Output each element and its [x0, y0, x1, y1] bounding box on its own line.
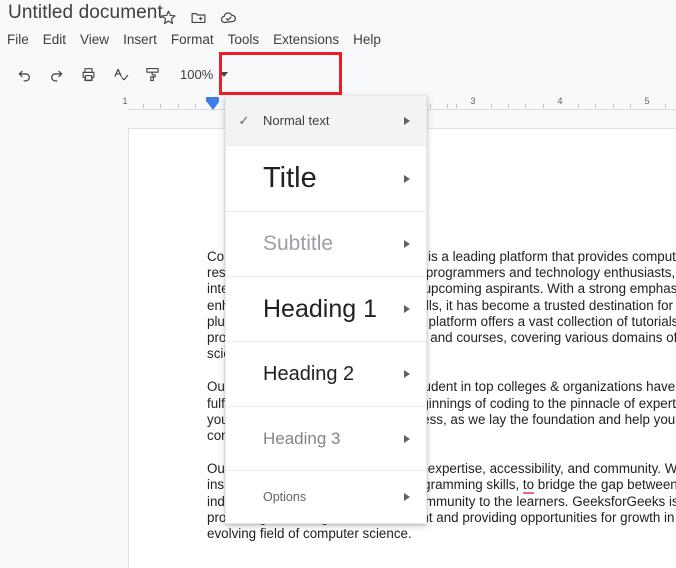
- misspelled-word[interactable]: to: [522, 477, 535, 495]
- style-menu-item-label: Heading 2: [263, 362, 355, 385]
- toolbar: 100% Normal text Arial − 11 + B I: [0, 54, 676, 141]
- print-icon[interactable]: [74, 60, 102, 88]
- style-menu-item-heading-2[interactable]: Heading 2: [226, 342, 426, 407]
- chevron-right-icon[interactable]: [404, 493, 410, 501]
- chevron-right-icon[interactable]: [404, 116, 410, 125]
- menu-item-edit[interactable]: Edit: [36, 31, 73, 48]
- spellcheck-icon[interactable]: [106, 60, 134, 88]
- style-menu-item-label: Heading 3: [263, 428, 341, 448]
- menu-item-file[interactable]: File: [0, 31, 36, 48]
- toolbar-left-group: 100%: [8, 60, 232, 88]
- cloud-saved-icon[interactable]: [217, 6, 239, 28]
- style-dropdown-menu[interactable]: ✓ Normal text Title Subtitle Heading 1 H…: [225, 95, 427, 524]
- ruler-number: 4: [557, 96, 563, 106]
- style-menu-item-title[interactable]: Title: [226, 146, 426, 212]
- menu-item-insert[interactable]: Insert: [116, 31, 164, 48]
- style-menu-item-label: Title: [263, 162, 317, 194]
- chevron-right-icon[interactable]: [404, 240, 410, 248]
- style-menu-item-label: Subtitle: [263, 232, 334, 255]
- style-menu-item-normal-text[interactable]: ✓ Normal text: [226, 96, 426, 146]
- redo-icon[interactable]: [42, 60, 70, 88]
- check-icon: ✓: [238, 112, 250, 128]
- menu-item-extensions[interactable]: Extensions: [266, 31, 346, 48]
- style-menu-item-options[interactable]: Options: [226, 471, 426, 523]
- zoom-value: 100%: [180, 66, 214, 82]
- document-title[interactable]: Untitled document: [8, 2, 163, 24]
- chevron-right-icon[interactable]: [404, 370, 410, 378]
- chevron-right-icon[interactable]: [404, 174, 410, 183]
- ruler-number: 3: [470, 96, 476, 106]
- zoom-control[interactable]: 100%: [172, 60, 232, 88]
- paint-format-icon[interactable]: [138, 60, 166, 88]
- left-indent-marker[interactable]: [206, 97, 219, 111]
- move-to-folder-icon[interactable]: [187, 6, 209, 28]
- style-menu-item-subtitle[interactable]: Subtitle: [226, 212, 426, 277]
- menu-item-tools[interactable]: Tools: [221, 31, 267, 48]
- style-menu-item-heading-3[interactable]: Heading 3: [226, 407, 426, 471]
- star-icon[interactable]: [157, 6, 179, 28]
- style-menu-item-label: Options: [263, 490, 307, 504]
- style-menu-item-heading-1[interactable]: Heading 1: [226, 277, 426, 342]
- chevron-right-icon[interactable]: [404, 434, 410, 443]
- chevron-right-icon[interactable]: [404, 305, 410, 313]
- ruler-number: 5: [644, 96, 650, 106]
- menu-item-view[interactable]: View: [73, 31, 116, 48]
- menu-item-help[interactable]: Help: [346, 31, 388, 48]
- ruler-number: 1: [122, 96, 128, 106]
- menu-bar: File Edit View Insert Format Tools Exten…: [0, 29, 388, 49]
- undo-icon[interactable]: [10, 60, 38, 88]
- menu-item-format[interactable]: Format: [164, 31, 221, 48]
- chevron-down-icon: [220, 71, 229, 77]
- style-menu-item-label: Heading 1: [263, 294, 377, 323]
